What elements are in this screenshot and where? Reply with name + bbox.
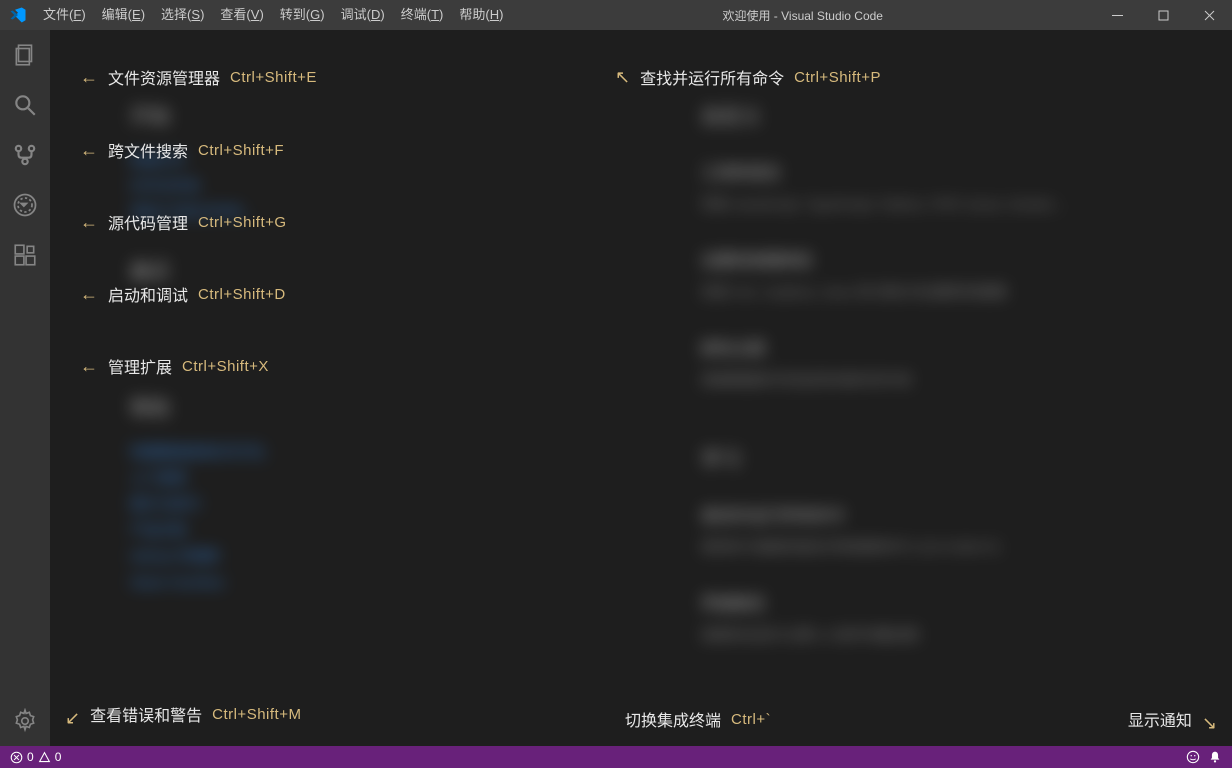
arrow-left-icon: ←: [80, 67, 98, 88]
tip-terminal: 切换集成终端 Ctrl+`: [625, 707, 771, 731]
vscode-logo: [0, 6, 35, 24]
error-count: 0: [27, 750, 34, 764]
tip-explorer: ← 文件资源管理器 Ctrl+Shift+E: [80, 65, 317, 89]
arrow-up-left-icon: ↖: [615, 67, 630, 88]
arrow-left-icon: ←: [80, 356, 98, 377]
status-bell-icon[interactable]: [1208, 750, 1222, 764]
window-controls: [1094, 0, 1232, 30]
title-bar: 文件(F) 编辑(E) 选择(S) 查看(V) 转到(G) 调试(D) 终端(T…: [0, 0, 1232, 30]
arrow-down-left-icon: ↙: [65, 708, 80, 729]
activity-bar: [0, 30, 50, 746]
status-problems[interactable]: 0 0: [10, 750, 61, 764]
status-feedback-icon[interactable]: [1186, 750, 1200, 764]
menu-terminal[interactable]: 终端(T): [393, 0, 452, 30]
menu-view[interactable]: 查看(V): [212, 0, 271, 30]
editor-area: 开始 新建文件 打开文件夹 添加工作区文件夹... 最近 帮助 快捷键速查表[可…: [50, 30, 1232, 746]
close-button[interactable]: [1186, 0, 1232, 30]
search-icon[interactable]: [0, 80, 50, 130]
explorer-icon[interactable]: [0, 30, 50, 80]
tip-extensions: ← 管理扩展 Ctrl+Shift+X: [80, 354, 269, 378]
arrow-down-right-icon: ↘: [1202, 713, 1217, 734]
tip-commands: ↖ 查找并运行所有命令 Ctrl+Shift+P: [615, 65, 881, 89]
menu-file[interactable]: 文件(F): [35, 0, 94, 30]
tip-scm: ← 源代码管理 Ctrl+Shift+G: [80, 210, 287, 234]
status-bar: 0 0: [0, 746, 1232, 768]
settings-gear-icon[interactable]: [0, 696, 50, 746]
menu-go[interactable]: 转到(G): [272, 0, 333, 30]
menu-help[interactable]: 帮助(H): [451, 0, 511, 30]
arrow-left-icon: ←: [80, 212, 98, 233]
source-control-icon[interactable]: [0, 130, 50, 180]
tip-problems: ↙ 查看错误和警告 Ctrl+Shift+M: [65, 702, 301, 726]
minimize-button[interactable]: [1094, 0, 1140, 30]
maximize-button[interactable]: [1140, 0, 1186, 30]
arrow-left-icon: ←: [80, 140, 98, 161]
extensions-icon[interactable]: [0, 230, 50, 280]
tip-notifications: 显示通知 ↘: [1128, 707, 1217, 731]
debug-icon[interactable]: [0, 180, 50, 230]
menu-bar: 文件(F) 编辑(E) 选择(S) 查看(V) 转到(G) 调试(D) 终端(T…: [35, 0, 511, 30]
arrow-left-icon: ←: [80, 284, 98, 305]
menu-edit[interactable]: 编辑(E): [94, 0, 153, 30]
window-title: 欢迎使用 - Visual Studio Code: [511, 7, 1094, 24]
tip-search: ← 跨文件搜索 Ctrl+Shift+F: [80, 138, 284, 162]
menu-debug[interactable]: 调试(D): [333, 0, 393, 30]
warning-count: 0: [55, 750, 62, 764]
tip-debug: ← 启动和调试 Ctrl+Shift+D: [80, 282, 286, 306]
menu-selection[interactable]: 选择(S): [153, 0, 212, 30]
